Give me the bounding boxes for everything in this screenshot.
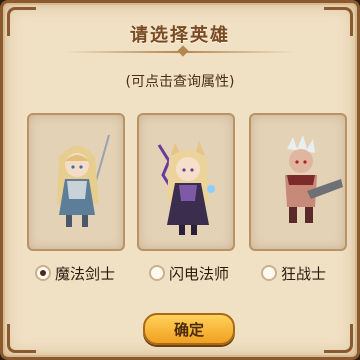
hero-card-lightning-mage[interactable] — [137, 113, 235, 251]
dialog-title: 请选择英雄 — [130, 25, 230, 46]
radio-lightning-mage[interactable]: 闪电法师 — [149, 261, 229, 285]
radio-berserker[interactable]: 狂战士 — [261, 261, 326, 285]
hero-cards — [25, 113, 347, 253]
divider-gem-icon — [177, 45, 189, 57]
lightning-mage-portrait — [157, 141, 215, 235]
berserker-portrait — [285, 135, 343, 223]
hero-label: 闪电法师 — [169, 264, 230, 283]
magic-swordsman-portrait — [57, 134, 110, 227]
radio-unselected-icon[interactable] — [261, 265, 277, 281]
radio-magic-swordsman[interactable]: 魔法剑士 — [35, 261, 115, 285]
radio-unselected-icon[interactable] — [149, 265, 165, 281]
hero-label: 狂战士 — [281, 264, 327, 283]
hero-label: 魔法剑士 — [55, 264, 116, 283]
hero-radio-group: 魔法剑士 闪电法师 狂战士 — [25, 261, 341, 285]
corner-ornament — [324, 324, 353, 353]
hero-card-magic-swordsman[interactable] — [27, 113, 125, 251]
hero-select-dialog: 请选择英雄 (可点击查询属性) 魔法剑士 闪电法师 狂战士 确定 — [0, 0, 360, 360]
corner-ornament — [7, 324, 36, 353]
dialog-subtitle: (可点击查询属性) — [125, 74, 235, 90]
radio-selected-icon[interactable] — [35, 265, 51, 281]
hero-card-berserker[interactable] — [249, 113, 347, 251]
confirm-button[interactable]: 确定 — [143, 313, 235, 345]
